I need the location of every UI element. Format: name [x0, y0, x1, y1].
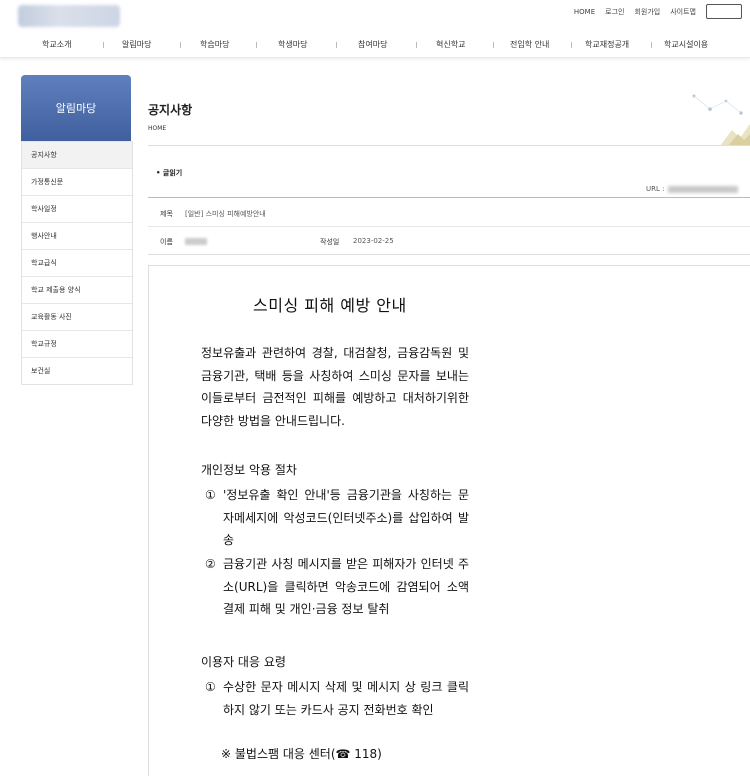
nav-divider	[336, 42, 337, 48]
search-input[interactable]	[706, 4, 742, 19]
school-logo[interactable]	[18, 5, 120, 27]
name-label: 이름	[160, 238, 173, 246]
read-label: • 글읽기	[156, 169, 183, 177]
sidebar-menu: 공지사항 가정통신문 학사일정 행사안내 학교급식 학교 제출용 양식 교육활동…	[21, 141, 133, 385]
list-item: ① 수상한 문자 메시지 삭제 및 메시지 상 링크 클릭하지 않기 또는 카드…	[205, 676, 469, 744]
sidebar-item-regulations[interactable]: 학교규정	[22, 330, 132, 357]
home-link[interactable]: HOME	[574, 8, 595, 16]
sidebar-item-photos[interactable]: 교육활동 사진	[22, 303, 132, 330]
decoration-graphic	[692, 94, 750, 146]
intro-paragraph: 정보유출과 관련하여 경찰, 대검찰청, 금융감독원 및 금융기관, 택배 등을…	[201, 346, 469, 428]
name-value	[185, 237, 207, 245]
nav-item-innovation[interactable]: 혁신학교	[436, 39, 465, 50]
url-label: URL :	[646, 185, 665, 193]
sidebar-item-meals[interactable]: 학교급식	[22, 249, 132, 276]
breadcrumb[interactable]: HOME	[148, 125, 166, 132]
signup-link[interactable]: 회원가입	[634, 7, 660, 17]
nav-item-students[interactable]: 학생마당	[278, 39, 307, 50]
document-title: 스미싱 피해 예방 안내	[253, 296, 407, 315]
nav-divider	[103, 42, 104, 48]
nav-item-learning[interactable]: 학습마당	[200, 39, 229, 50]
page-title: 공지사항	[148, 103, 193, 117]
section2-title: 이용자 대응 요령	[201, 655, 286, 669]
list-item: ② 금융기관 사칭 메시지를 받은 피해자가 인터넷 주소(URL)을 클릭하면…	[205, 553, 469, 621]
list-item: ① '정보유출 확인 안내'등 금융기관을 사칭하는 문자메세지에 악성코드(인…	[205, 484, 469, 547]
section1-title: 개인정보 악용 절차	[201, 463, 297, 477]
item-text: 수상한 문자 메시지 삭제 및 메시지 상 링크 클릭하지 않기 또는 카드사 …	[223, 680, 469, 717]
sidebar-item-schedule[interactable]: 학사일정	[22, 195, 132, 222]
sidebar-title: 알림마당	[21, 75, 131, 141]
item-text: 금융기관 사칭 메시지를 받은 피해자가 인터넷 주소(URL)을 클릭하면 악…	[223, 557, 469, 616]
url-value	[668, 185, 739, 193]
sitemap-link[interactable]: 사이트맵	[670, 7, 696, 17]
nav-item-transfer[interactable]: 전입학 안내	[510, 39, 549, 50]
author-row: 이름 작성일 2023-02-25	[148, 226, 750, 254]
date-label: 작성일	[320, 238, 340, 246]
post-meta: 제목 [일반] 스미싱 피해예방안내 이름 작성일 2023-02-25	[148, 197, 750, 255]
nav-divider	[651, 42, 652, 48]
nav-item-finance[interactable]: 학교재정공개	[585, 39, 629, 50]
item-number: ①	[205, 488, 216, 502]
date-value: 2023-02-25	[353, 237, 394, 245]
main-nav: 학교소개 알림마당 학습마당 학생마당 참여마당 혁신학교 전입학 안내 학교재…	[0, 33, 750, 58]
nav-item-school-intro[interactable]: 학교소개	[42, 39, 71, 50]
sidebar-item-forms[interactable]: 학교 제출용 양식	[22, 276, 132, 303]
spam-center-note: ※ 불법스팸 대응 센터(☎ 118)	[221, 747, 382, 761]
sidebar-item-health-room[interactable]: 보건실	[22, 357, 132, 384]
item-text: '정보유출 확인 안내'등 금융기관을 사칭하는 문자메세지에 악성코드(인터넷…	[223, 488, 469, 547]
sidebar-item-notices[interactable]: 공지사항	[22, 141, 132, 168]
sidebar-item-newsletters[interactable]: 가정통신문	[22, 168, 132, 195]
subject-label: 제목	[160, 210, 173, 218]
nav-divider	[416, 42, 417, 48]
nav-item-facilities[interactable]: 학교시설이용	[664, 39, 708, 50]
item-number: ①	[205, 680, 216, 694]
utility-nav: HOME 로그인 회원가입 사이트맵	[574, 4, 742, 19]
login-link[interactable]: 로그인	[605, 7, 624, 17]
nav-divider	[493, 42, 494, 48]
nav-divider	[180, 42, 181, 48]
nav-item-notices[interactable]: 알림마당	[122, 39, 151, 50]
sidebar-item-events[interactable]: 행사안내	[22, 222, 132, 249]
subject-value: [일반] 스미싱 피해예방안내	[185, 210, 266, 218]
subject-row: 제목 [일반] 스미싱 피해예방안내	[148, 198, 750, 227]
item-number: ②	[205, 557, 216, 571]
top-bar: HOME 로그인 회원가입 사이트맵	[0, 0, 750, 30]
nav-divider	[571, 42, 572, 48]
post-url[interactable]: URL :	[646, 185, 739, 193]
header-divider	[148, 145, 750, 146]
nav-divider	[256, 42, 257, 48]
nav-item-participation[interactable]: 참여마당	[358, 39, 387, 50]
